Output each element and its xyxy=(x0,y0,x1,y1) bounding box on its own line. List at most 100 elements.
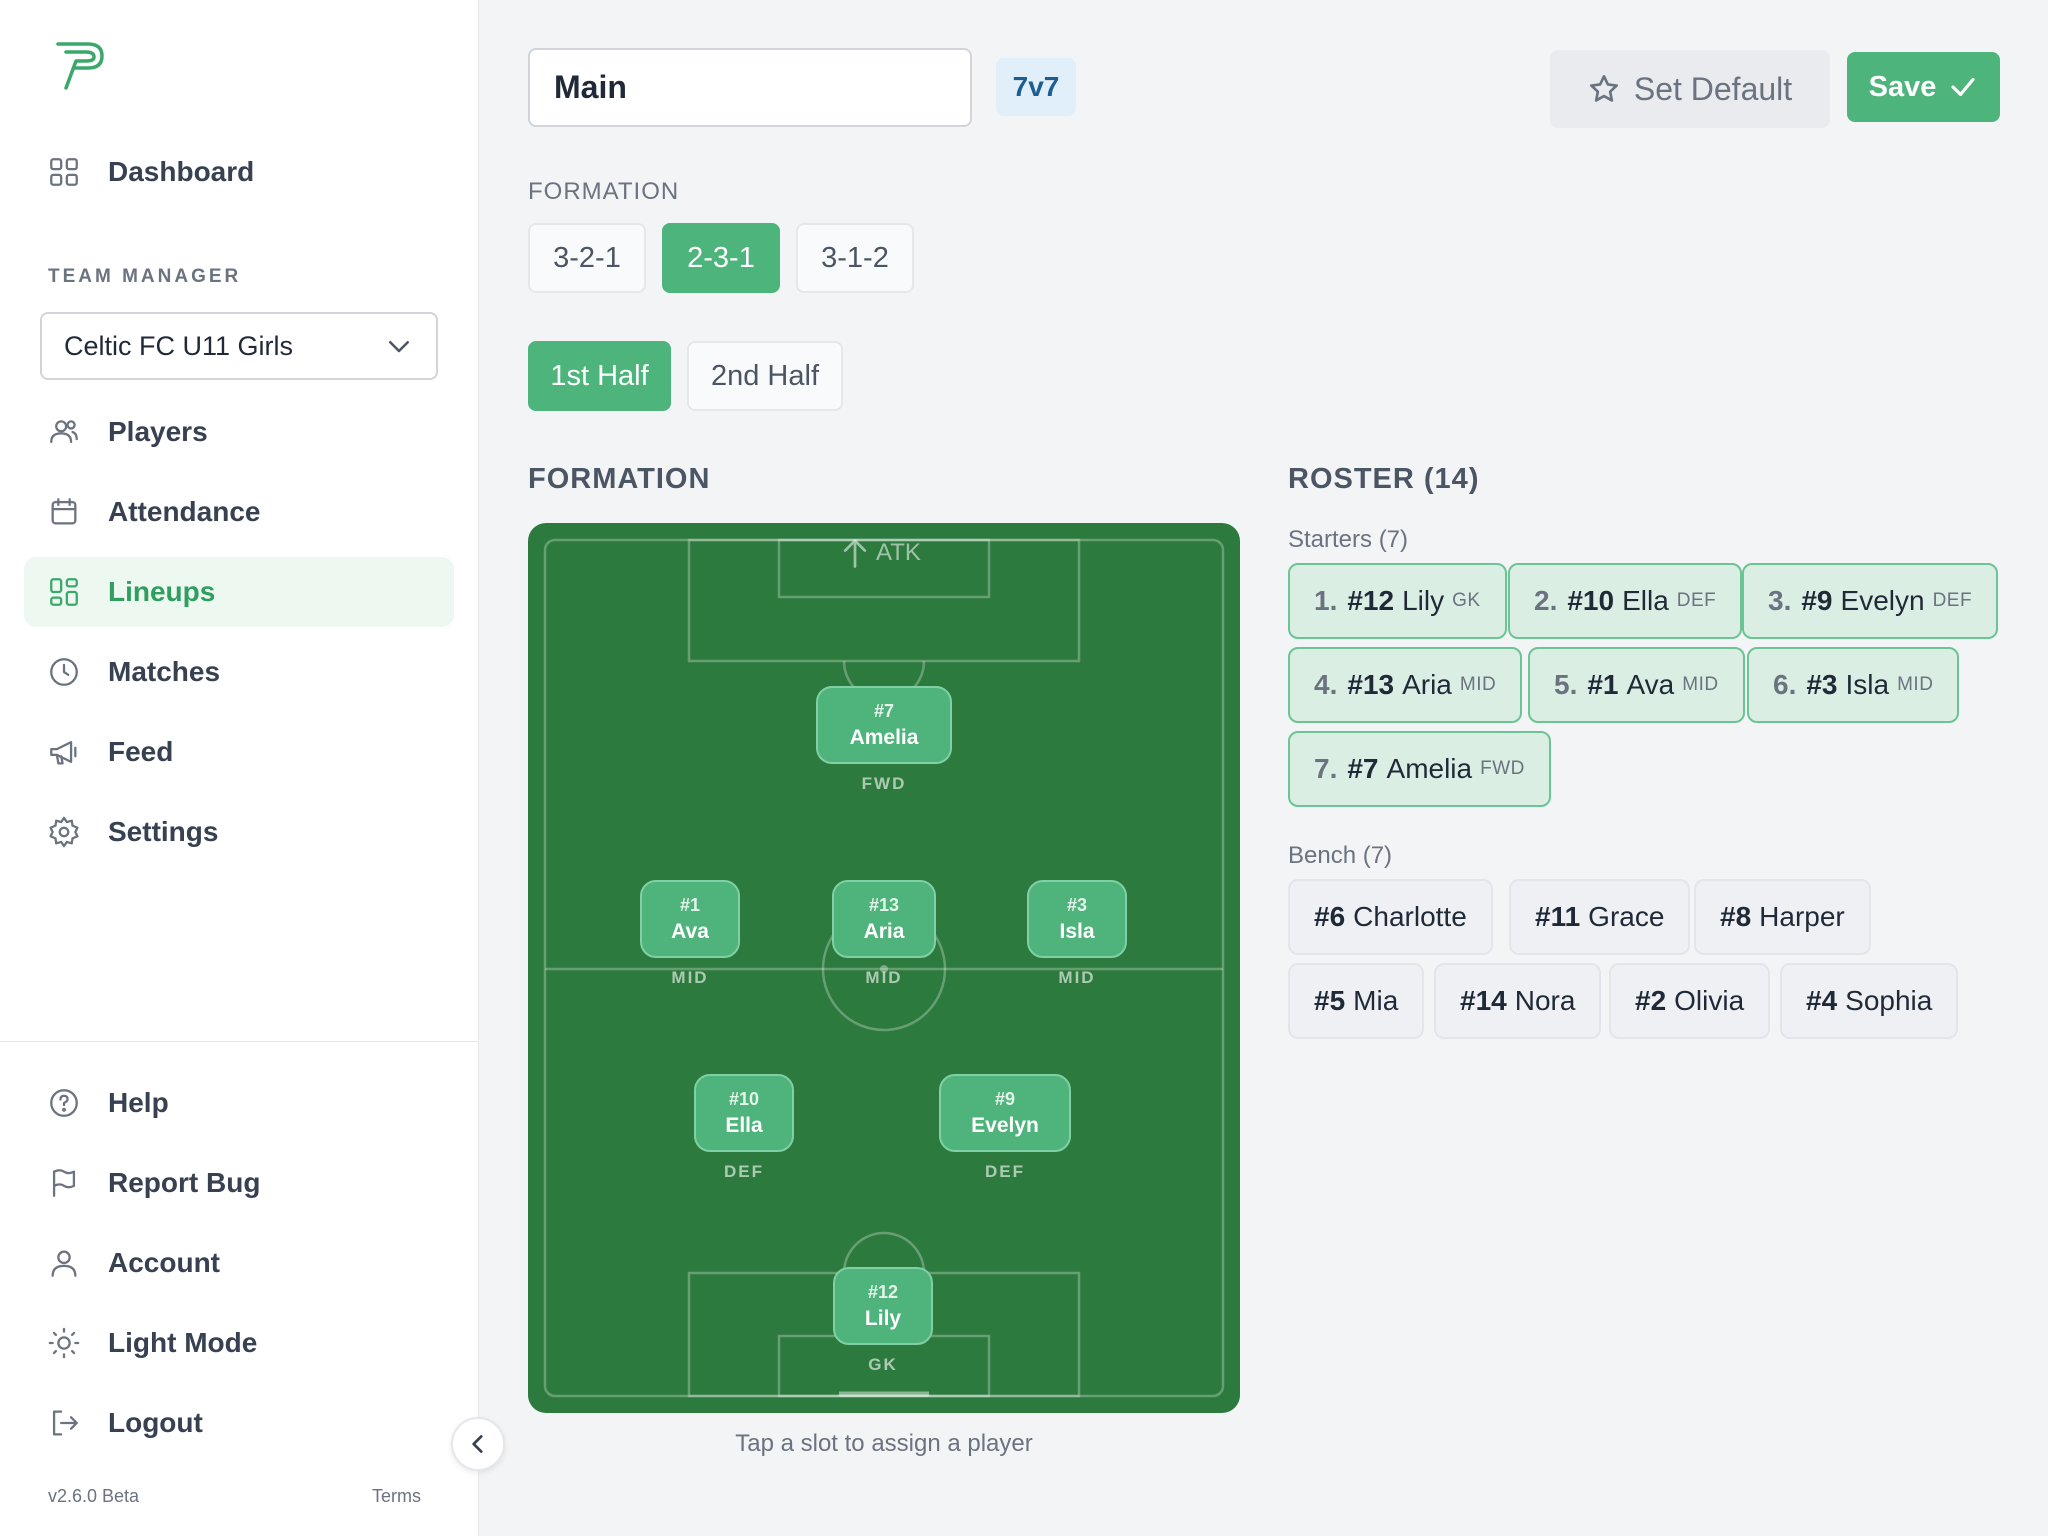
jersey-number: #5 xyxy=(1314,985,1346,1016)
player-chip: #3 Isla xyxy=(1027,880,1127,958)
nav-dashboard[interactable]: Dashboard xyxy=(24,137,454,207)
player-name: Harper xyxy=(1759,901,1845,932)
sidebar: Dashboard TEAM MANAGER Celtic FC U11 Gir… xyxy=(0,0,479,1536)
tab-2nd-half[interactable]: 2nd Half xyxy=(687,341,843,411)
jersey-number: #8 xyxy=(1720,901,1752,932)
terms-link[interactable]: Terms xyxy=(372,1486,421,1507)
starter-index: 7. xyxy=(1314,753,1338,784)
player-name: Amelia xyxy=(849,725,919,749)
nav-matches-label: Matches xyxy=(108,656,221,687)
starter-chip[interactable]: 6. #3 Isla MID xyxy=(1747,647,1960,723)
team-select[interactable]: Celtic FC U11 Girls xyxy=(40,312,438,380)
nav-logout[interactable]: Logout xyxy=(24,1388,454,1458)
formation-option-3-1-2[interactable]: 3-1-2 xyxy=(796,223,914,293)
arrow-up-icon xyxy=(843,539,867,568)
bench-chip[interactable]: #14 Nora xyxy=(1434,963,1602,1039)
starter-index: 1. xyxy=(1314,585,1338,616)
chevron-left-icon xyxy=(472,1435,483,1453)
bench-chip[interactable]: #11 Grace xyxy=(1509,879,1691,955)
pitch: ATK #7 Amelia FWD #1 Ava MID #13 Aria MI… xyxy=(528,523,1240,1413)
lineup-name-input[interactable] xyxy=(528,48,972,127)
gear-icon xyxy=(46,814,82,850)
slot-def-right[interactable]: #9 Evelyn DEF xyxy=(939,1074,1071,1182)
jersey-number: #6 xyxy=(1314,901,1346,932)
player-name: Mia xyxy=(1353,985,1399,1016)
starter-chip[interactable]: 1. #12 Lily GK xyxy=(1288,563,1507,639)
nav-players[interactable]: Players xyxy=(24,397,454,467)
position-tag: FWD xyxy=(1480,758,1525,779)
player-name: Ella xyxy=(725,1113,763,1137)
player-name: Ava xyxy=(671,919,709,943)
bench-chip[interactable]: #4 Sophia xyxy=(1780,963,1959,1039)
nav-feed[interactable]: Feed xyxy=(24,717,454,787)
position-label: FWD xyxy=(861,774,907,793)
tab-1st-half[interactable]: 1st Half xyxy=(528,341,671,411)
starter-index: 5. xyxy=(1554,669,1578,700)
set-default-label: Set Default xyxy=(1633,70,1793,107)
slot-fwd[interactable]: #7 Amelia FWD xyxy=(816,686,952,794)
player-name: Lily xyxy=(864,1306,902,1330)
app-version: v2.6.0 Beta xyxy=(48,1486,140,1506)
star-icon xyxy=(1589,75,1618,102)
bench-chip[interactable]: #5 Mia xyxy=(1288,963,1425,1039)
player-chip: #9 Evelyn xyxy=(939,1074,1071,1152)
formation-option-2-3-1[interactable]: 2-3-1 xyxy=(662,223,780,293)
position-label: GK xyxy=(868,1355,898,1374)
bench-chip[interactable]: #6 Charlotte xyxy=(1288,879,1493,955)
team-select-value: Celtic FC U11 Girls xyxy=(64,330,294,361)
position-label: DEF xyxy=(985,1162,1025,1181)
player-number: #1 xyxy=(679,894,701,915)
nav-help[interactable]: Help xyxy=(24,1068,454,1138)
starters-label: Starters (7) xyxy=(1288,526,1409,553)
starter-chip[interactable]: 2. #10 Ella DEF xyxy=(1508,563,1743,639)
nav-light-mode-label: Light Mode xyxy=(108,1327,258,1358)
player-name: Amelia xyxy=(1386,753,1473,784)
nav-logout-label: Logout xyxy=(108,1407,203,1438)
set-default-button[interactable]: Set Default xyxy=(1550,50,1830,128)
chevron-down-icon xyxy=(389,341,409,353)
player-name: Lily xyxy=(1402,585,1445,616)
player-number: #12 xyxy=(867,1281,899,1302)
jersey-number: #12 xyxy=(1347,585,1395,616)
bench-chip[interactable]: #8 Harper xyxy=(1694,879,1871,955)
player-number: #9 xyxy=(994,1088,1016,1109)
player-name: Isla xyxy=(1059,919,1095,943)
layout-icon xyxy=(46,574,82,610)
position-tag: GK xyxy=(1452,590,1481,611)
bench-chip[interactable]: #2 Olivia xyxy=(1609,963,1771,1039)
slot-mid-right[interactable]: #3 Isla MID xyxy=(1027,880,1127,988)
position-tag: MID xyxy=(1459,674,1497,695)
jersey-number: #2 xyxy=(1635,985,1667,1016)
pitch-section-title: FORMATION xyxy=(528,463,711,495)
starter-index: 6. xyxy=(1773,669,1797,700)
starter-chip[interactable]: 3. #9 Evelyn DEF xyxy=(1742,563,1999,639)
player-chip: #13 Aria xyxy=(832,880,936,958)
position-tag: MID xyxy=(1897,674,1934,695)
slot-mid-center[interactable]: #13 Aria MID xyxy=(832,880,936,988)
collapse-sidebar-button[interactable] xyxy=(451,1417,505,1471)
slot-gk[interactable]: #12 Lily GK xyxy=(833,1267,933,1375)
megaphone-icon xyxy=(46,734,82,770)
position-tag: DEF xyxy=(1932,590,1973,611)
starter-chip[interactable]: 5. #1 Ava MID xyxy=(1528,647,1745,723)
jersey-number: #9 xyxy=(1801,585,1833,616)
nav-light-mode[interactable]: Light Mode xyxy=(24,1308,454,1378)
player-name: Ava xyxy=(1626,669,1675,700)
nav-lineups-label: Lineups xyxy=(108,576,216,607)
nav-settings[interactable]: Settings xyxy=(24,797,454,867)
starter-chip[interactable]: 4. #13 Aria MID xyxy=(1288,647,1523,723)
save-button[interactable]: Save xyxy=(1847,52,2000,122)
nav-report-bug[interactable]: Report Bug xyxy=(24,1148,454,1218)
slot-def-left[interactable]: #10 Ella DEF xyxy=(694,1074,794,1182)
player-number: #13 xyxy=(868,894,900,915)
clock-icon xyxy=(46,654,82,690)
formation-option-3-2-1[interactable]: 3-2-1 xyxy=(528,223,646,293)
app-logo[interactable] xyxy=(52,36,112,94)
nav-lineups[interactable]: Lineups xyxy=(24,557,454,627)
starter-chip[interactable]: 7. #7 Amelia FWD xyxy=(1288,731,1551,807)
slot-mid-left[interactable]: #1 Ava MID xyxy=(640,880,740,988)
nav-matches[interactable]: Matches xyxy=(24,637,454,707)
player-name: Evelyn xyxy=(971,1113,1039,1137)
nav-attendance[interactable]: Attendance xyxy=(24,477,454,547)
nav-account[interactable]: Account xyxy=(24,1228,454,1298)
